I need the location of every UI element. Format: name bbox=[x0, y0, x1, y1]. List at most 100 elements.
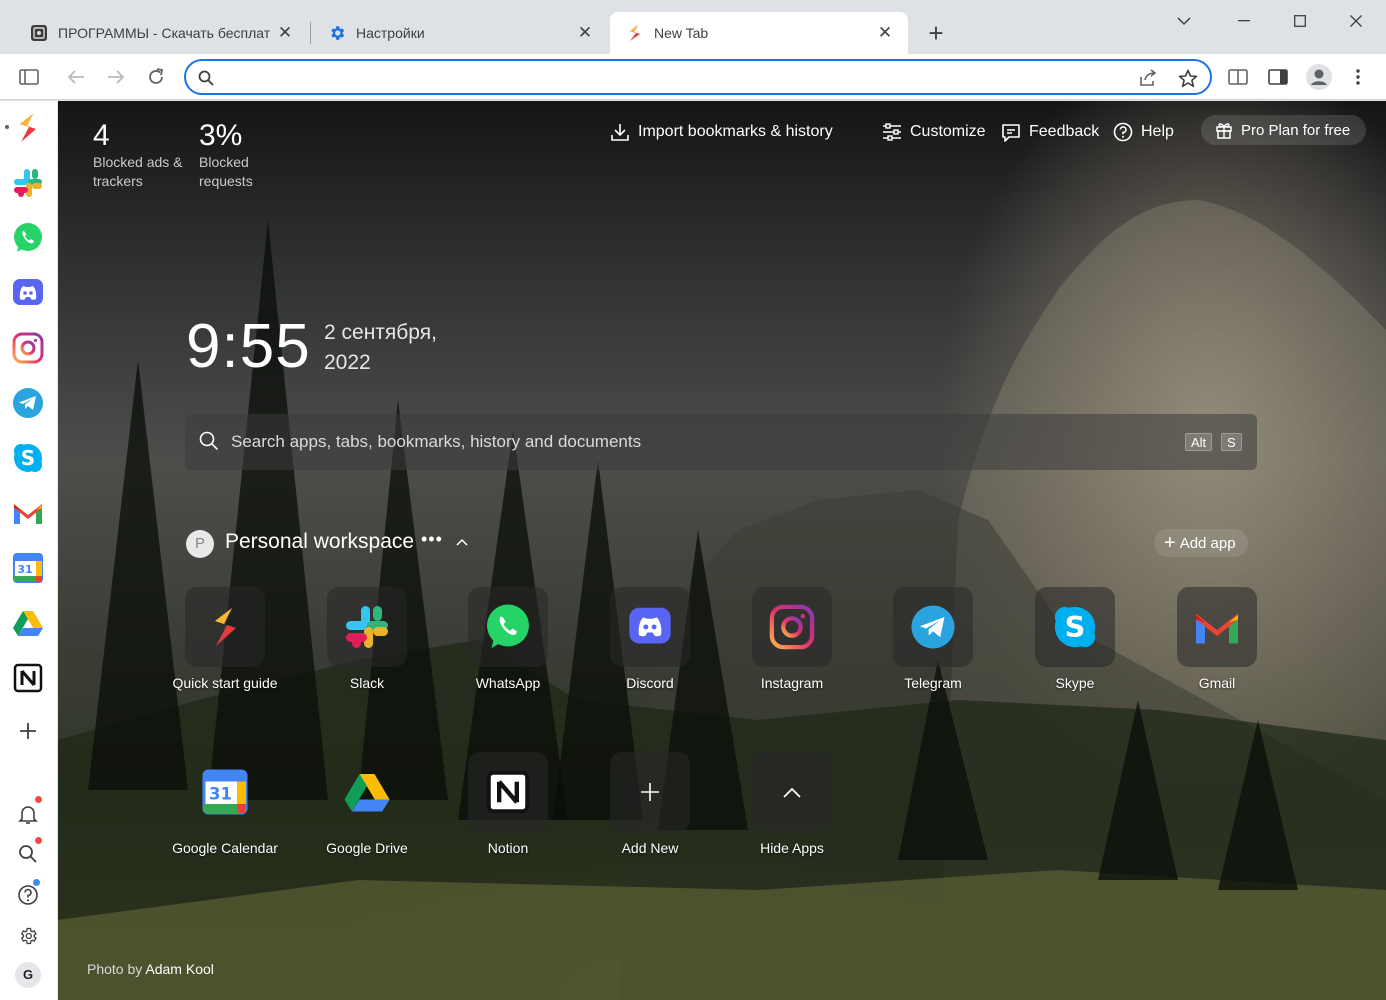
back-button[interactable] bbox=[62, 63, 90, 91]
app-whatsapp[interactable]: WhatsApp bbox=[453, 587, 563, 692]
app-label: Notion bbox=[487, 840, 529, 856]
help-icon bbox=[18, 885, 38, 905]
slack-icon bbox=[346, 606, 388, 648]
app-notion[interactable]: Notion bbox=[453, 752, 563, 857]
tab-programs[interactable]: ПРОГРАММЫ - Скачать бесплат ✕ bbox=[14, 12, 308, 54]
new-tab-button[interactable]: + bbox=[922, 20, 950, 48]
reload-button[interactable] bbox=[142, 63, 170, 91]
import-icon bbox=[610, 122, 630, 142]
close-icon[interactable]: ✕ bbox=[276, 23, 294, 43]
plus-icon bbox=[20, 723, 36, 739]
close-icon[interactable]: ✕ bbox=[876, 23, 894, 43]
workspace-avatar[interactable]: P bbox=[186, 530, 214, 558]
split-view-button[interactable] bbox=[1224, 63, 1252, 91]
sidebar-item-discord[interactable] bbox=[11, 276, 45, 310]
gift-icon bbox=[1215, 121, 1233, 139]
add-new-app-button[interactable]: Add New bbox=[595, 752, 705, 857]
app-gmail[interactable]: Gmail bbox=[1162, 587, 1272, 692]
app-quick-start-guide[interactable]: Quick start guide bbox=[170, 587, 280, 692]
add-app-button[interactable]: + Add app bbox=[1154, 529, 1248, 557]
sidebar-panel-icon bbox=[19, 69, 39, 85]
sidebar-toggle-button[interactable] bbox=[15, 63, 43, 91]
sidebar-item-gmail[interactable] bbox=[11, 496, 45, 530]
app-sidebar: S 31 G bbox=[0, 101, 58, 1000]
import-bookmarks-link[interactable]: Import bookmarks & history bbox=[610, 119, 833, 145]
app-telegram[interactable]: Telegram bbox=[878, 587, 988, 692]
app-discord[interactable]: Discord bbox=[595, 587, 705, 692]
app-label: Add New bbox=[621, 840, 679, 856]
sidebar-item-instagram[interactable] bbox=[11, 331, 45, 365]
pro-plan-button[interactable]: Pro Plan for free bbox=[1201, 115, 1367, 145]
sidebar-item-telegram[interactable] bbox=[11, 386, 45, 420]
sidebar-item-google-calendar[interactable]: 31 bbox=[11, 551, 45, 585]
app-tile bbox=[327, 752, 407, 832]
notifications-button[interactable] bbox=[11, 795, 45, 831]
maximize-button[interactable] bbox=[1280, 8, 1320, 34]
app-label: Google Drive bbox=[326, 840, 408, 856]
sidebar-add-app-button[interactable] bbox=[11, 714, 45, 748]
app-google-calendar[interactable]: 31 Google Calendar bbox=[170, 752, 280, 857]
pro-plan-label: Pro Plan for free bbox=[1241, 121, 1351, 139]
sidebar-help-button[interactable] bbox=[11, 878, 45, 912]
browser-menu-button[interactable] bbox=[1344, 63, 1372, 91]
app-label: Hide Apps bbox=[760, 840, 824, 856]
address-input[interactable] bbox=[220, 66, 1120, 88]
tab-settings[interactable]: Настройки ✕ bbox=[312, 12, 608, 54]
app-skype[interactable]: S Skype bbox=[1020, 587, 1130, 692]
workspace-title[interactable]: Personal workspace bbox=[225, 530, 414, 554]
photo-credit: Photo by Adam Kool bbox=[87, 961, 214, 977]
app-label: Slack bbox=[349, 675, 385, 691]
svg-text:31: 31 bbox=[17, 563, 32, 576]
sidebar-item-skype[interactable]: S bbox=[11, 441, 45, 475]
universal-search-bar[interactable]: Search apps, tabs, bookmarks, history an… bbox=[185, 414, 1257, 470]
whatsapp-icon bbox=[487, 604, 529, 648]
side-panel-button[interactable] bbox=[1264, 63, 1292, 91]
blocked-ads-stat: 4 Blocked ads & trackers bbox=[93, 119, 183, 191]
skype-icon: S bbox=[1054, 606, 1096, 648]
address-bar[interactable] bbox=[184, 59, 1212, 95]
sidebar-search-button[interactable] bbox=[11, 836, 45, 871]
gear-icon bbox=[20, 927, 37, 945]
tab-search-button[interactable] bbox=[1164, 8, 1204, 34]
forward-button[interactable] bbox=[102, 63, 130, 91]
sidebar-item-shift[interactable] bbox=[11, 111, 45, 145]
hide-apps-button[interactable]: Hide Apps bbox=[737, 752, 847, 857]
app-tile bbox=[893, 587, 973, 667]
customize-link[interactable]: Customize bbox=[882, 119, 986, 145]
tab-new-tab[interactable]: New Tab ✕ bbox=[610, 12, 908, 54]
chevron-down-icon bbox=[1177, 16, 1191, 25]
photo-credit-author[interactable]: Adam Kool bbox=[145, 961, 213, 977]
app-slack[interactable]: Slack bbox=[312, 587, 422, 692]
app-google-drive[interactable]: Google Drive bbox=[312, 752, 422, 857]
sidebar-item-google-drive[interactable] bbox=[11, 606, 45, 640]
browser-toolbar bbox=[0, 54, 1386, 100]
plus-icon bbox=[641, 783, 659, 801]
sidebar-settings-button[interactable] bbox=[11, 919, 45, 953]
help-link[interactable]: Help bbox=[1113, 119, 1174, 145]
close-window-button[interactable] bbox=[1336, 8, 1376, 34]
sidebar-user-avatar[interactable]: G bbox=[11, 958, 45, 992]
split-view-icon bbox=[1228, 69, 1248, 85]
help-icon bbox=[1113, 122, 1133, 142]
blocked-requests-label: Blocked requests bbox=[199, 154, 253, 189]
minimize-button[interactable] bbox=[1224, 8, 1264, 34]
share-icon[interactable] bbox=[1136, 67, 1160, 89]
profile-button[interactable] bbox=[1305, 63, 1333, 91]
sliders-icon bbox=[882, 123, 902, 141]
notion-icon bbox=[13, 663, 43, 693]
sidebar-item-notion[interactable] bbox=[11, 661, 45, 695]
sidebar-item-whatsapp[interactable] bbox=[11, 221, 45, 255]
more-vertical-icon bbox=[1356, 69, 1360, 85]
shift-logo-icon bbox=[20, 114, 36, 142]
app-tile: 31 bbox=[185, 752, 265, 832]
app-instagram[interactable]: Instagram bbox=[737, 587, 847, 692]
feedback-link[interactable]: Feedback bbox=[1001, 119, 1099, 145]
workspace-more-button[interactable]: ••• bbox=[421, 529, 443, 550]
search-icon bbox=[199, 431, 219, 456]
app-label: Instagram bbox=[760, 675, 824, 691]
sidebar-item-slack[interactable] bbox=[11, 166, 45, 200]
google-calendar-icon: 31 bbox=[202, 769, 248, 815]
bookmark-star-icon[interactable] bbox=[1176, 67, 1200, 89]
workspace-collapse-button[interactable] bbox=[456, 533, 468, 551]
close-icon[interactable]: ✕ bbox=[576, 23, 594, 43]
